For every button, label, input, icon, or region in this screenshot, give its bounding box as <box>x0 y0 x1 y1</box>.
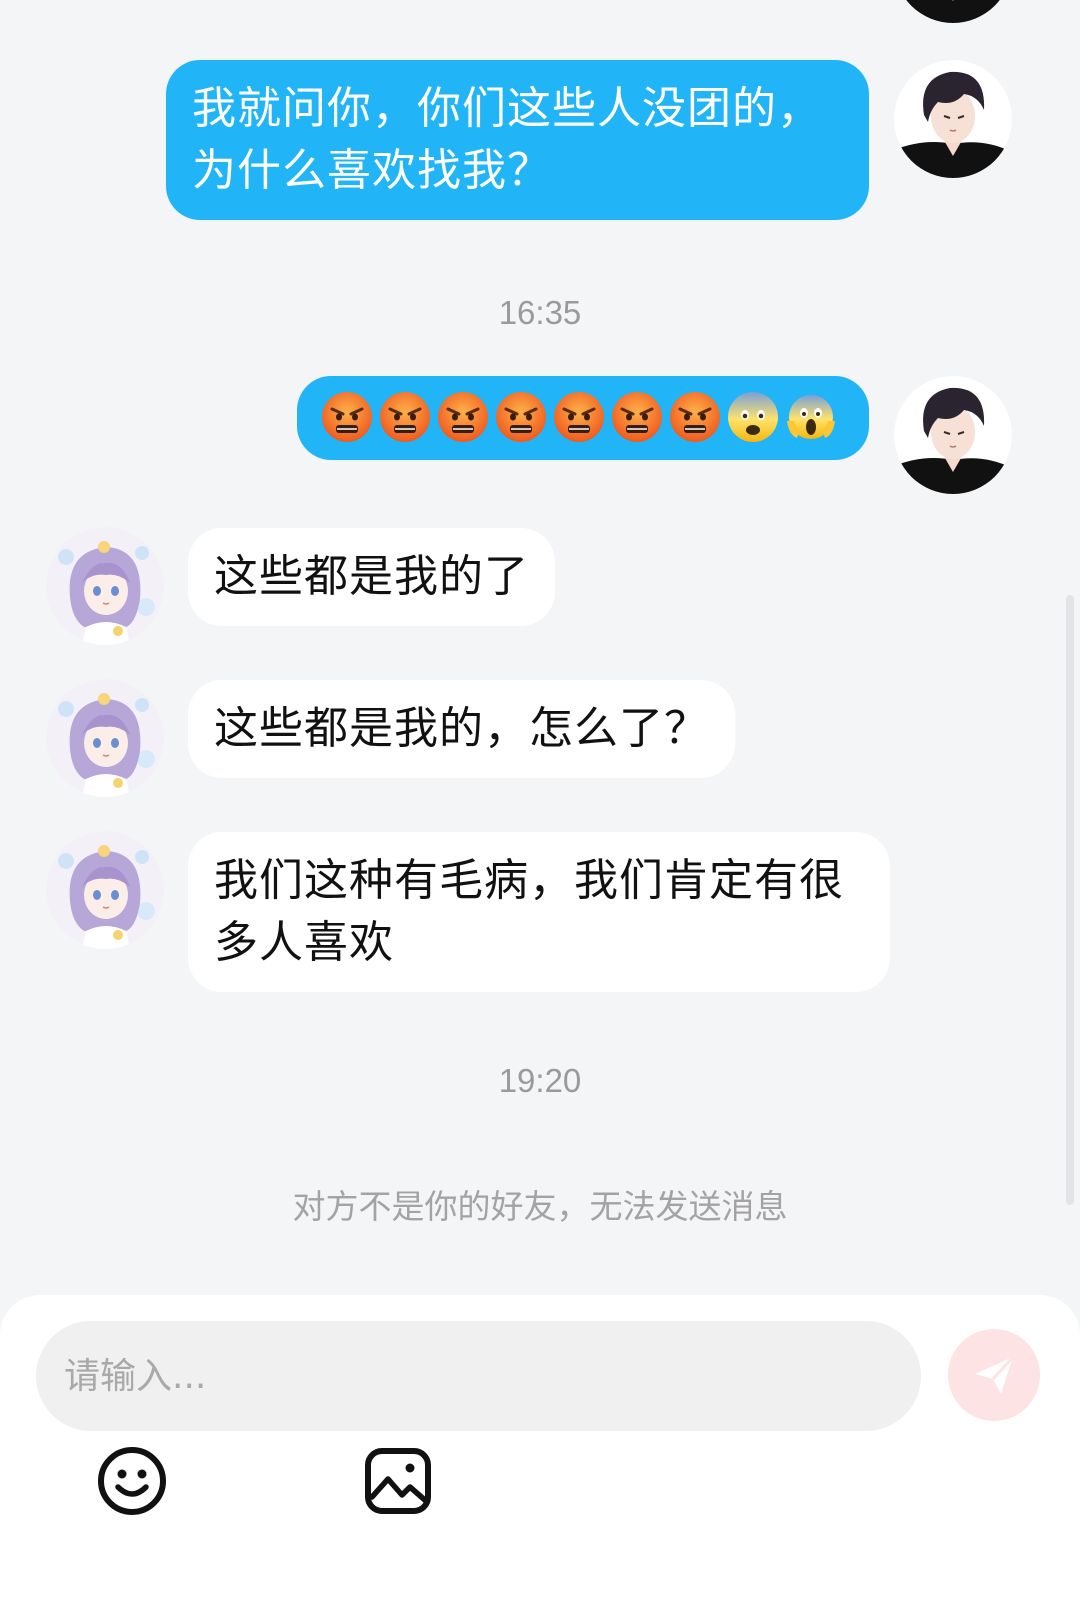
message-bubble-sent[interactable] <box>297 376 869 460</box>
avatar-contact[interactable] <box>46 679 164 797</box>
emoji-row <box>321 388 845 446</box>
avatar-self[interactable] <box>894 0 1012 23</box>
angry-face-icon <box>495 391 547 443</box>
timestamp: 19:20 <box>498 1062 582 1099</box>
system-notice: 对方不是你的好友，无法发送消息 <box>292 1187 788 1226</box>
screaming-face-icon <box>785 391 837 443</box>
message-bubble-received[interactable]: 这些都是我的了 <box>188 528 555 626</box>
avatar-contact[interactable] <box>46 527 164 645</box>
message-bubble-sent[interactable]: 我就问你，你们这些人没团的， 为什么喜欢找我？ <box>166 60 869 220</box>
chat-area[interactable]: 我就问你，你们这些人没团的， 为什么喜欢找我？ 16:35 这些都是我的了 这些… <box>0 0 1080 1295</box>
message-text-line: 为什么喜欢找我？ <box>192 145 552 196</box>
avatar-contact[interactable] <box>46 831 164 949</box>
message-text-line: 多人喜欢 <box>214 917 394 968</box>
scrollbar[interactable] <box>1066 595 1074 1205</box>
timestamp: 16:35 <box>498 294 582 331</box>
angry-face-icon <box>553 391 605 443</box>
image-icon <box>365 1448 431 1514</box>
message-input[interactable] <box>36 1321 921 1431</box>
angry-face-icon <box>379 391 431 443</box>
send-button[interactable] <box>948 1329 1040 1421</box>
message-bubble-received[interactable]: 我们这种有毛病，我们肯定有很 多人喜欢 <box>188 832 890 992</box>
angry-face-icon <box>669 391 721 443</box>
message-text: 这些都是我的，怎么了？ <box>214 703 709 754</box>
fearful-face-icon <box>727 391 779 443</box>
avatar-self[interactable] <box>894 376 1012 494</box>
angry-face-icon <box>321 391 373 443</box>
angry-face-icon <box>611 391 663 443</box>
composer-panel <box>0 1295 1080 1602</box>
message-text-line: 我就问你，你们这些人没团的， <box>192 83 822 134</box>
avatar-self[interactable] <box>894 60 1012 178</box>
message-text: 这些都是我的了 <box>214 551 529 602</box>
emoji-button[interactable] <box>96 1445 168 1517</box>
angry-face-icon <box>437 391 489 443</box>
emoji-icon <box>98 1447 166 1515</box>
message-bubble-received[interactable]: 这些都是我的，怎么了？ <box>188 680 735 778</box>
image-button[interactable] <box>362 1445 434 1517</box>
message-text-line: 我们这种有毛病，我们肯定有很 <box>214 855 844 906</box>
send-icon <box>975 1355 1015 1394</box>
